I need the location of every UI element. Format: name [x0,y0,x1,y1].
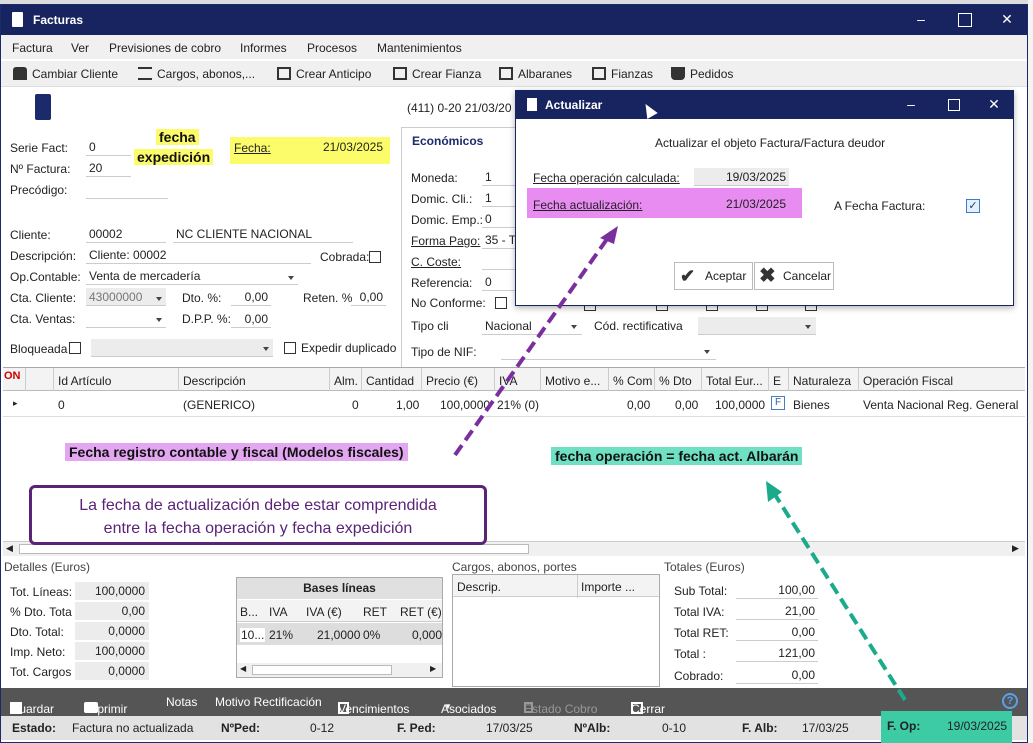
purple-arrowhead [600,226,618,244]
teal-arrow [770,488,907,702]
purple-arrow [453,230,614,457]
annotation-arrows [453,226,907,702]
